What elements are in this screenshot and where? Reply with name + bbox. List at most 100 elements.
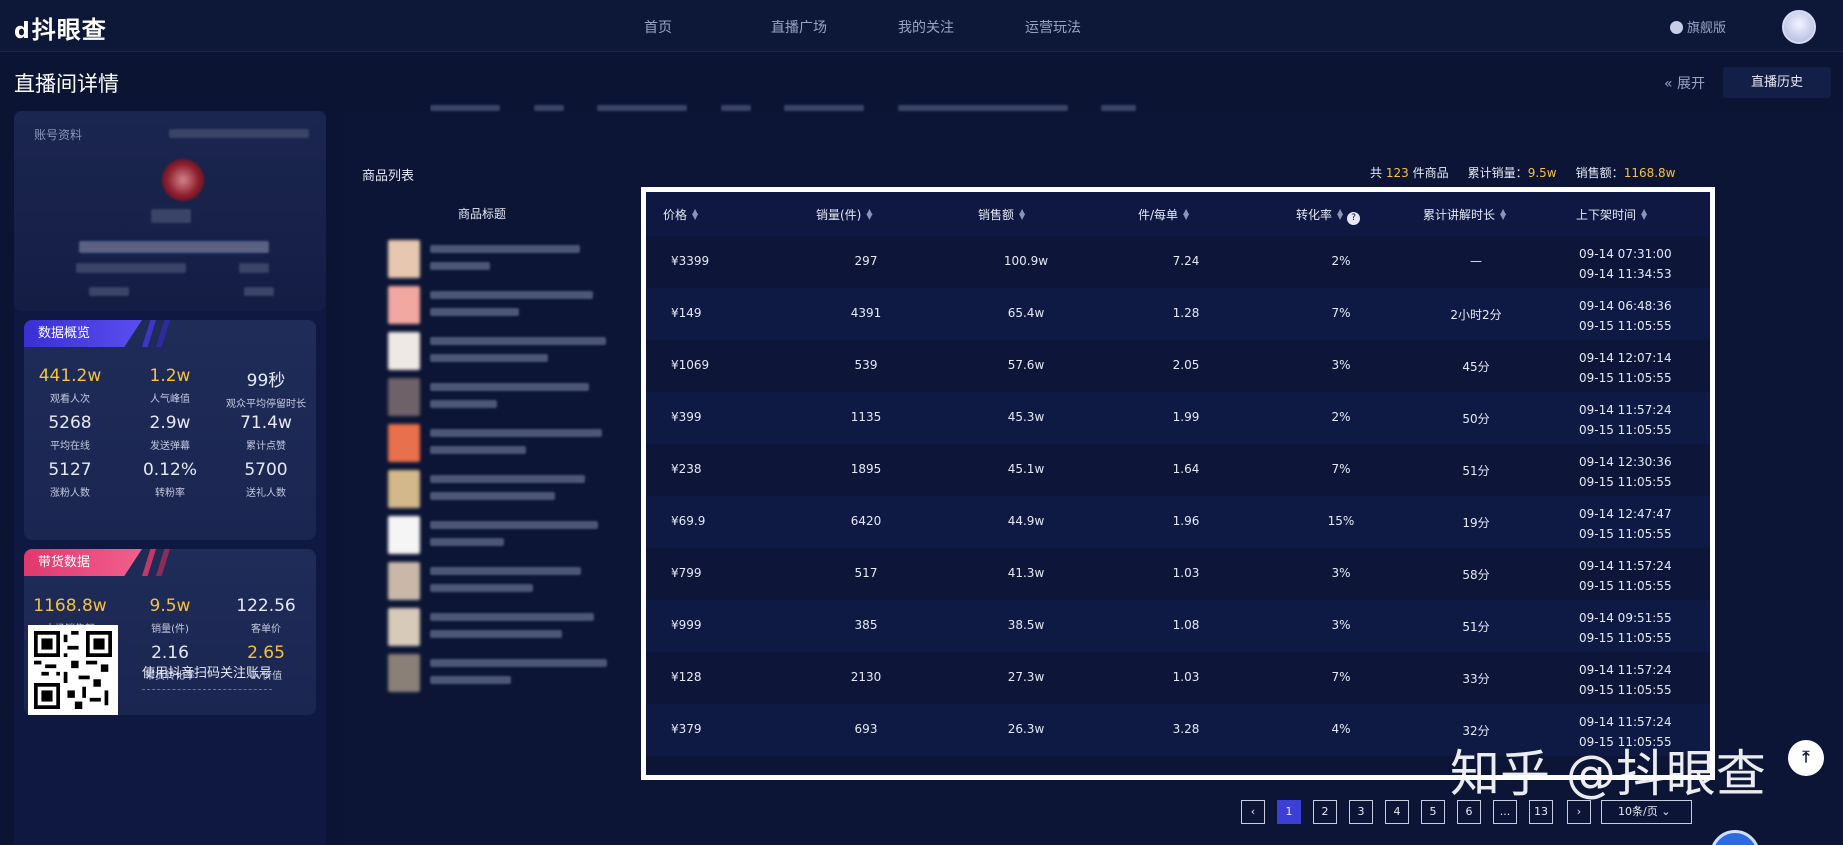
- stat-value: 441.2w: [38, 366, 102, 386]
- goods-row[interactable]: [388, 654, 628, 700]
- goods-row[interactable]: [388, 332, 628, 378]
- live-history-button[interactable]: 直播历史: [1723, 67, 1831, 98]
- qr-code: [28, 625, 118, 715]
- table-row[interactable]: ¥1069 539 57.6w 2.05 3% 45分 09-14 12:07:14 09-1…: [646, 340, 1710, 392]
- nav-live-square[interactable]: 直播广场: [771, 17, 827, 37]
- help-icon[interactable]: ?: [1347, 212, 1361, 225]
- product-title-blurred: [430, 475, 585, 483]
- cell-per_order: 1.64: [1172, 462, 1200, 476]
- goods-row[interactable]: [388, 608, 628, 654]
- version-indicator[interactable]: 旗舰版: [1670, 17, 1726, 36]
- product-thumbnail: [388, 378, 420, 416]
- cell-price: ¥3399: [671, 254, 710, 268]
- nav-my-follows[interactable]: 我的关注: [898, 17, 954, 37]
- table-row[interactable]: ¥149 4391 65.4w 1.28 7% 2小时2分 09-14 06:48:36 09…: [646, 288, 1710, 340]
- back-to-top-icon[interactable]: ⤒: [1788, 740, 1824, 776]
- cell-duration: 45分: [1462, 360, 1490, 374]
- filter-chip[interactable]: [784, 105, 864, 111]
- table-row[interactable]: ¥3399 297 100.9w 7.24 2% —09-14 07:31:00 09-14…: [646, 236, 1710, 288]
- goods-row[interactable]: [388, 286, 628, 332]
- sort-icon: ▲ ▼: [866, 207, 873, 221]
- header-revenue-label: 销售额: [978, 208, 1015, 222]
- stat-item: 99秒 观众平均停留时长: [220, 366, 312, 410]
- header-quantity[interactable]: 销量(件) ▲ ▼: [816, 206, 873, 223]
- cell-qty: 1895: [850, 462, 882, 476]
- cell-qty: 517: [854, 566, 878, 580]
- cell-duration: 51分: [1462, 620, 1490, 634]
- page-5-button[interactable]: 5: [1421, 800, 1445, 824]
- summary-prefix: 共: [1370, 166, 1383, 180]
- sort-icon: ▲ ▼: [1500, 207, 1507, 221]
- prev-page-button[interactable]: ‹: [1241, 800, 1265, 824]
- revenue-value: 1168.8w: [1623, 166, 1676, 180]
- goods-row[interactable]: [388, 378, 628, 424]
- stat-label: 客单价: [251, 624, 281, 635]
- cell-shelf-time: 09-14 09:51:55 09-15 11:05:55: [1579, 608, 1672, 648]
- cell-price: ¥379: [671, 722, 702, 736]
- cell-revenue: 44.9w: [1007, 514, 1045, 528]
- table-row[interactable]: ¥238 1895 45.1w 1.64 7% 51分 09-14 12:30:36 09-1…: [646, 444, 1710, 496]
- table-row[interactable]: ¥999 385 38.5w 1.08 3% 51分 09-14 09:51:55 09-15…: [646, 600, 1710, 652]
- off-shelf-time: 09-15 11:05:55: [1579, 423, 1672, 437]
- expand-button[interactable]: « 展开: [1664, 73, 1705, 93]
- cell-duration: 19分: [1462, 516, 1490, 530]
- product-title-blurred: [430, 492, 555, 500]
- goods-row[interactable]: [388, 240, 628, 286]
- stat-label: 平均在线: [50, 441, 90, 452]
- header-revenue[interactable]: 销售额 ▲ ▼: [978, 206, 1025, 223]
- nav-operations[interactable]: 运营玩法: [1025, 17, 1081, 37]
- off-shelf-time: 09-15 11:05:55: [1579, 319, 1672, 333]
- header-conversion[interactable]: 转化率 ▲ ▼?: [1296, 206, 1361, 225]
- sort-icon: ▲ ▼: [1183, 207, 1190, 221]
- page-1-button[interactable]: 1: [1277, 800, 1301, 824]
- goods-row[interactable]: [388, 562, 628, 608]
- goods-row[interactable]: [388, 470, 628, 516]
- filter-chip[interactable]: [897, 105, 1068, 111]
- cell-qty: 385: [854, 618, 878, 632]
- header-shelf-time[interactable]: 上下架时间 ▲ ▼: [1576, 206, 1647, 223]
- app-logo[interactable]: d抖眼查: [14, 10, 107, 45]
- header-duration[interactable]: 累计讲解时长 ▲ ▼: [1423, 206, 1506, 223]
- product-thumbnail: [388, 332, 420, 370]
- product-title-blurred: [430, 400, 497, 408]
- top-navigation-bar: d抖眼查 首页 直播广场 我的关注 运营玩法 旗舰版: [0, 0, 1843, 52]
- tag-stripe: [142, 549, 156, 576]
- table-row[interactable]: ¥799 517 41.3w 1.03 3% 58分 09-14 11:57:24 09-15…: [646, 548, 1710, 600]
- product-title-blurred: [430, 383, 589, 391]
- header-price-label: 价格: [663, 208, 688, 222]
- user-avatar[interactable]: [1782, 10, 1816, 44]
- nav-home[interactable]: 首页: [644, 17, 672, 37]
- cell-per_order: 3.28: [1172, 722, 1200, 736]
- header-price[interactable]: 价格 ▲ ▼: [663, 206, 698, 223]
- page-4-button[interactable]: 4: [1385, 800, 1409, 824]
- stat-label: 转粉率: [155, 488, 185, 499]
- cell-shelf-time: 09-14 12:30:36 09-15 11:05:55: [1579, 452, 1672, 492]
- cell-price: ¥238: [671, 462, 702, 476]
- table-row[interactable]: ¥399 1135 45.3w 1.99 2% 50分 09-14 11:57:24 09-1…: [646, 392, 1710, 444]
- filter-chip[interactable]: [720, 105, 751, 111]
- header-per-order[interactable]: 件/每单 ▲ ▼: [1138, 206, 1189, 223]
- stat-item: 1.2w 人气峰值: [124, 366, 216, 405]
- account-title: 账号资料: [34, 128, 83, 142]
- filter-chip[interactable]: [1101, 105, 1136, 111]
- cell-shelf-time: 09-14 11:57:24 09-15 11:05:55: [1579, 400, 1672, 440]
- cell-revenue: 26.3w: [1007, 722, 1045, 736]
- table-row[interactable]: ¥69.9 6420 44.9w 1.96 15% 19分 09-14 12:47:47 09…: [646, 496, 1710, 548]
- page-2-button[interactable]: 2: [1313, 800, 1337, 824]
- account-avatar: [162, 159, 204, 201]
- product-thumbnail: [388, 608, 420, 646]
- goods-row[interactable]: [388, 424, 628, 470]
- table-row[interactable]: ¥128 2130 27.3w 1.03 7% 33分 09-14 11:57:24 09-1…: [646, 652, 1710, 704]
- cell-duration: 33分: [1462, 672, 1490, 686]
- goods-row[interactable]: [388, 516, 628, 562]
- filter-chip[interactable]: [430, 105, 500, 111]
- qr-code-image: [34, 631, 112, 709]
- sidebar: 账号资料 数据概览 441.2w 观看人次 1.2w 人气峰值 99秒 观众平均停留时长 5…: [14, 111, 326, 845]
- cell-revenue: 41.3w: [1007, 566, 1045, 580]
- stat-label: 累计点赞: [246, 441, 286, 452]
- filter-chip[interactable]: [533, 105, 564, 111]
- filter-chip[interactable]: [597, 105, 687, 111]
- page-3-button[interactable]: 3: [1349, 800, 1373, 824]
- cell-revenue: 57.6w: [1007, 358, 1045, 372]
- product-title-blurred: [430, 446, 526, 454]
